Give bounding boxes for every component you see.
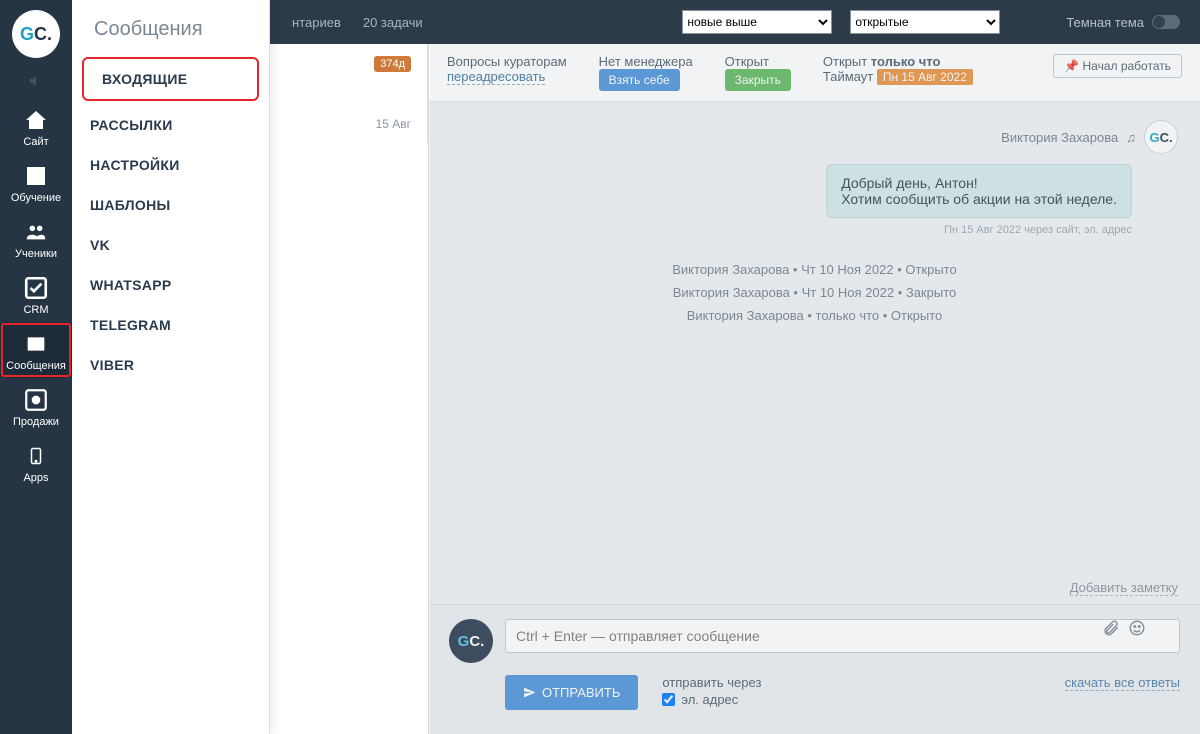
sender-avatar[interactable]: GC.	[1144, 120, 1178, 154]
hdr-col-open-info: Открыт только что Таймаут Пн 15 Авг 2022	[823, 54, 973, 84]
chart-icon	[21, 162, 51, 190]
logo[interactable]: GC.	[12, 10, 60, 58]
pin-icon: 📌	[1064, 59, 1079, 73]
mute-icon[interactable]	[0, 64, 72, 98]
hdr-col-right: 📌 Начал работать	[1053, 54, 1182, 78]
nav-apps[interactable]: Apps	[0, 434, 72, 490]
filter-select[interactable]: открытые	[850, 10, 1000, 34]
hdr-col-status: Открыт Закрыть	[725, 54, 791, 91]
hdr-open-pre: Открыт	[823, 54, 871, 69]
submenu-telegram[interactable]: TELEGRAM	[72, 305, 269, 345]
nav-label-apps: Apps	[23, 472, 48, 484]
message-bubble: Добрый день, Антон! Хотим сообщить об ак…	[826, 164, 1132, 218]
nav-label-students: Ученики	[15, 248, 57, 260]
hdr-status-title: Открыт	[725, 54, 791, 69]
envelope-icon	[21, 330, 51, 358]
send-button[interactable]: ОТПРАВИТЬ	[505, 675, 638, 710]
chat-body: Виктория Захарова ♫ GC. Добрый день, Ант…	[429, 102, 1200, 604]
history-block: Виктория Захарова • Чт 10 Ноя 2022 • Отк…	[451, 262, 1178, 323]
send-icon	[523, 686, 536, 699]
forward-link[interactable]: переадресовать	[447, 69, 545, 85]
take-button[interactable]: Взять себе	[599, 69, 680, 91]
download-all-link[interactable]: скачать все ответы	[1065, 675, 1180, 691]
nav-learn[interactable]: Обучение	[0, 154, 72, 210]
submenu-inbox[interactable]: ВХОДЯЩИЕ	[82, 57, 259, 101]
timeout-badge: Пн 15 Авг 2022	[877, 69, 973, 85]
history-row: Виктория Захарова • Чт 10 Ноя 2022 • Зак…	[451, 285, 1178, 300]
left-navbar: GC. Сайт Обучение Ученики CRM Сообщения …	[0, 0, 72, 734]
chat-panel: Вопросы кураторам переадресовать Нет мен…	[428, 44, 1200, 734]
hdr-col-curators: Вопросы кураторам переадресовать	[447, 54, 567, 84]
submenu-viber[interactable]: VIBER	[72, 345, 269, 385]
send-label: ОТПРАВИТЬ	[542, 685, 620, 700]
attach-icon[interactable]	[1102, 619, 1120, 642]
days-badge: 374д	[374, 56, 411, 72]
nav-label-site: Сайт	[23, 136, 48, 148]
history-row: Виктория Захарова • только что • Открыто	[451, 308, 1178, 323]
close-button[interactable]: Закрыть	[725, 69, 791, 91]
start-work-button[interactable]: 📌 Начал работать	[1053, 54, 1182, 78]
nav-messages[interactable]: Сообщения	[0, 322, 72, 378]
composer: GC. ОТПРАВИТЬ отправить через эл. а	[429, 604, 1200, 734]
chat-header: Вопросы кураторам переадресовать Нет мен…	[429, 44, 1200, 102]
submenu-templates[interactable]: ШАБЛОНЫ	[72, 185, 269, 225]
nav-site[interactable]: Сайт	[0, 98, 72, 154]
channel-email-label: эл. адрес	[681, 692, 738, 707]
topbar-tasks[interactable]: 20 задачи	[363, 15, 423, 30]
message-meta: Пн 15 Авг 2022 через сайт, эл. адрес	[451, 224, 1132, 236]
channel-email-row[interactable]: эл. адрес	[662, 692, 761, 707]
messages-submenu: Сообщения ВХОДЯЩИЕ РАССЫЛКИ НАСТРОЙКИ ША…	[72, 0, 270, 734]
safe-icon	[21, 386, 51, 414]
home-icon	[21, 106, 51, 134]
nav-label-learn: Обучение	[11, 192, 61, 204]
nav-students[interactable]: Ученики	[0, 210, 72, 266]
start-work-label: Начал работать	[1083, 59, 1172, 73]
submenu-settings[interactable]: НАСТРОЙКИ	[72, 145, 269, 185]
nav-crm[interactable]: CRM	[0, 266, 72, 322]
theme-label: Темная тема	[1066, 15, 1144, 30]
submenu-whatsapp[interactable]: WHATSAPP	[72, 265, 269, 305]
check-square-icon	[21, 274, 51, 302]
send-via-block: отправить через эл. адрес	[662, 675, 761, 707]
users-icon	[21, 218, 51, 246]
nav-label-sales: Продажи	[13, 416, 59, 428]
topbar-comments[interactable]: нтариев	[292, 15, 341, 30]
audio-icon[interactable]: ♫	[1126, 130, 1136, 145]
hdr-open-bold: только что	[871, 54, 941, 69]
theme-toggle[interactable]	[1152, 15, 1180, 29]
hdr-curators-title: Вопросы кураторам	[447, 54, 567, 69]
history-row: Виктория Захарова • Чт 10 Ноя 2022 • Отк…	[451, 262, 1178, 277]
nav-label-messages: Сообщения	[6, 360, 66, 372]
hdr-manager-title: Нет менеджера	[599, 54, 693, 69]
channel-email-checkbox[interactable]	[662, 693, 675, 706]
submenu-mailings[interactable]: РАССЫЛКИ	[72, 105, 269, 145]
message-input[interactable]	[505, 619, 1180, 653]
nav-sales[interactable]: Продажи	[0, 378, 72, 434]
sender-name[interactable]: Виктория Захарова	[1001, 130, 1118, 145]
sort-select[interactable]: новые выше	[682, 10, 832, 34]
send-via-label: отправить через	[662, 675, 761, 690]
submenu-vk[interactable]: VK	[72, 225, 269, 265]
submenu-title: Сообщения	[72, 0, 269, 57]
add-note-link[interactable]: Добавить заметку	[1070, 580, 1178, 596]
emoji-icon[interactable]	[1128, 619, 1146, 642]
composer-avatar: GC.	[449, 619, 493, 663]
hdr-col-manager: Нет менеджера Взять себе	[599, 54, 693, 91]
phone-icon	[21, 442, 51, 470]
hdr-timeout-pre: Таймаут	[823, 69, 877, 84]
nav-label-crm: CRM	[23, 304, 48, 316]
